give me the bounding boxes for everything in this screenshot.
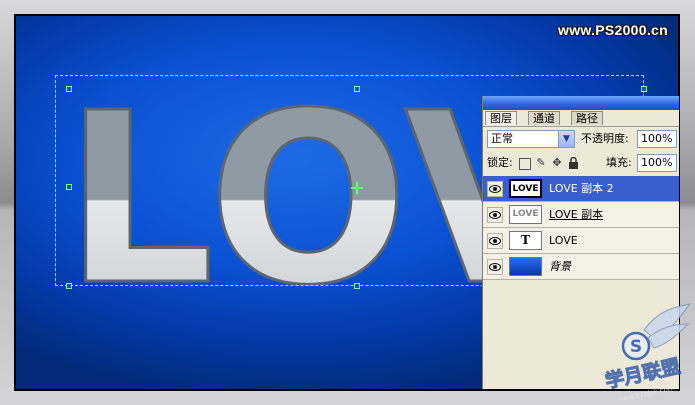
layer-name: LOVE 副本	[549, 208, 604, 221]
blend-mode-select[interactable]: 正常 ▼	[487, 130, 575, 148]
transform-handle-top-right[interactable]	[641, 86, 647, 92]
layer-name: LOVE	[549, 234, 578, 247]
lock-transparency-icon[interactable]	[519, 158, 531, 170]
transform-handle-top-center[interactable]	[354, 86, 360, 92]
blend-opacity-row: 正常 ▼ 不透明度: 100%	[483, 127, 679, 151]
fill-input[interactable]: 100%	[637, 154, 677, 172]
tab-layers[interactable]: 图层	[485, 111, 517, 125]
window-frame: www.PS2000.cn LOVE 图层 通道 路径 正常 ▼ 不透明度: 1…	[0, 0, 695, 405]
transform-handle-bottom-left[interactable]	[66, 283, 72, 289]
lock-all-icon[interactable]	[567, 156, 579, 169]
eye-icon[interactable]	[487, 233, 503, 249]
layer-name: 背景	[549, 260, 571, 273]
opacity-label: 不透明度:	[581, 132, 629, 145]
logo-badge-letter: S	[630, 337, 642, 357]
tab-paths[interactable]: 路径	[571, 111, 603, 125]
transform-handle-top-left[interactable]	[66, 86, 72, 92]
layer-love-copy[interactable]: LOVE LOVE 副本	[483, 202, 679, 228]
chevron-down-icon[interactable]: ▼	[558, 131, 574, 147]
blend-mode-value: 正常	[491, 132, 513, 145]
opacity-input[interactable]: 100%	[637, 130, 677, 148]
layer-name: LOVE 副本 2	[549, 182, 614, 195]
site-logo: S 学月联盟 www.52pjsk.com	[603, 303, 692, 400]
transform-center-point[interactable]	[351, 182, 363, 194]
lock-label: 锁定:	[487, 156, 513, 169]
layer-thumbnail: LOVE	[509, 179, 542, 198]
text-layer-icon: T	[509, 231, 542, 250]
eye-icon[interactable]	[487, 207, 503, 223]
panel-title-bar[interactable]	[483, 96, 679, 110]
layer-thumbnail: LOVE	[509, 205, 542, 224]
layers-list: LOVE LOVE 副本 2 LOVE LOVE 副本 T LOVE 背景	[483, 176, 679, 280]
layer-love[interactable]: T LOVE	[483, 228, 679, 254]
fill-label: 填充:	[606, 156, 632, 169]
transform-handle-middle-left[interactable]	[66, 184, 72, 190]
eye-icon[interactable]	[487, 259, 503, 275]
lock-move-icon[interactable]: ✥	[551, 157, 563, 169]
transform-handle-bottom-center[interactable]	[354, 283, 360, 289]
tab-channels[interactable]: 通道	[528, 111, 560, 125]
layer-thumbnail	[509, 257, 542, 276]
panel-tabs: 图层 通道 路径	[483, 110, 679, 127]
lock-brush-icon[interactable]: ✎	[535, 157, 547, 169]
layer-love-copy-2[interactable]: LOVE LOVE 副本 2	[483, 176, 679, 202]
lock-fill-row: 锁定: ✎ ✥ 填充: 100%	[483, 151, 679, 175]
layer-background[interactable]: 背景	[483, 254, 679, 280]
eye-icon[interactable]	[487, 181, 503, 197]
